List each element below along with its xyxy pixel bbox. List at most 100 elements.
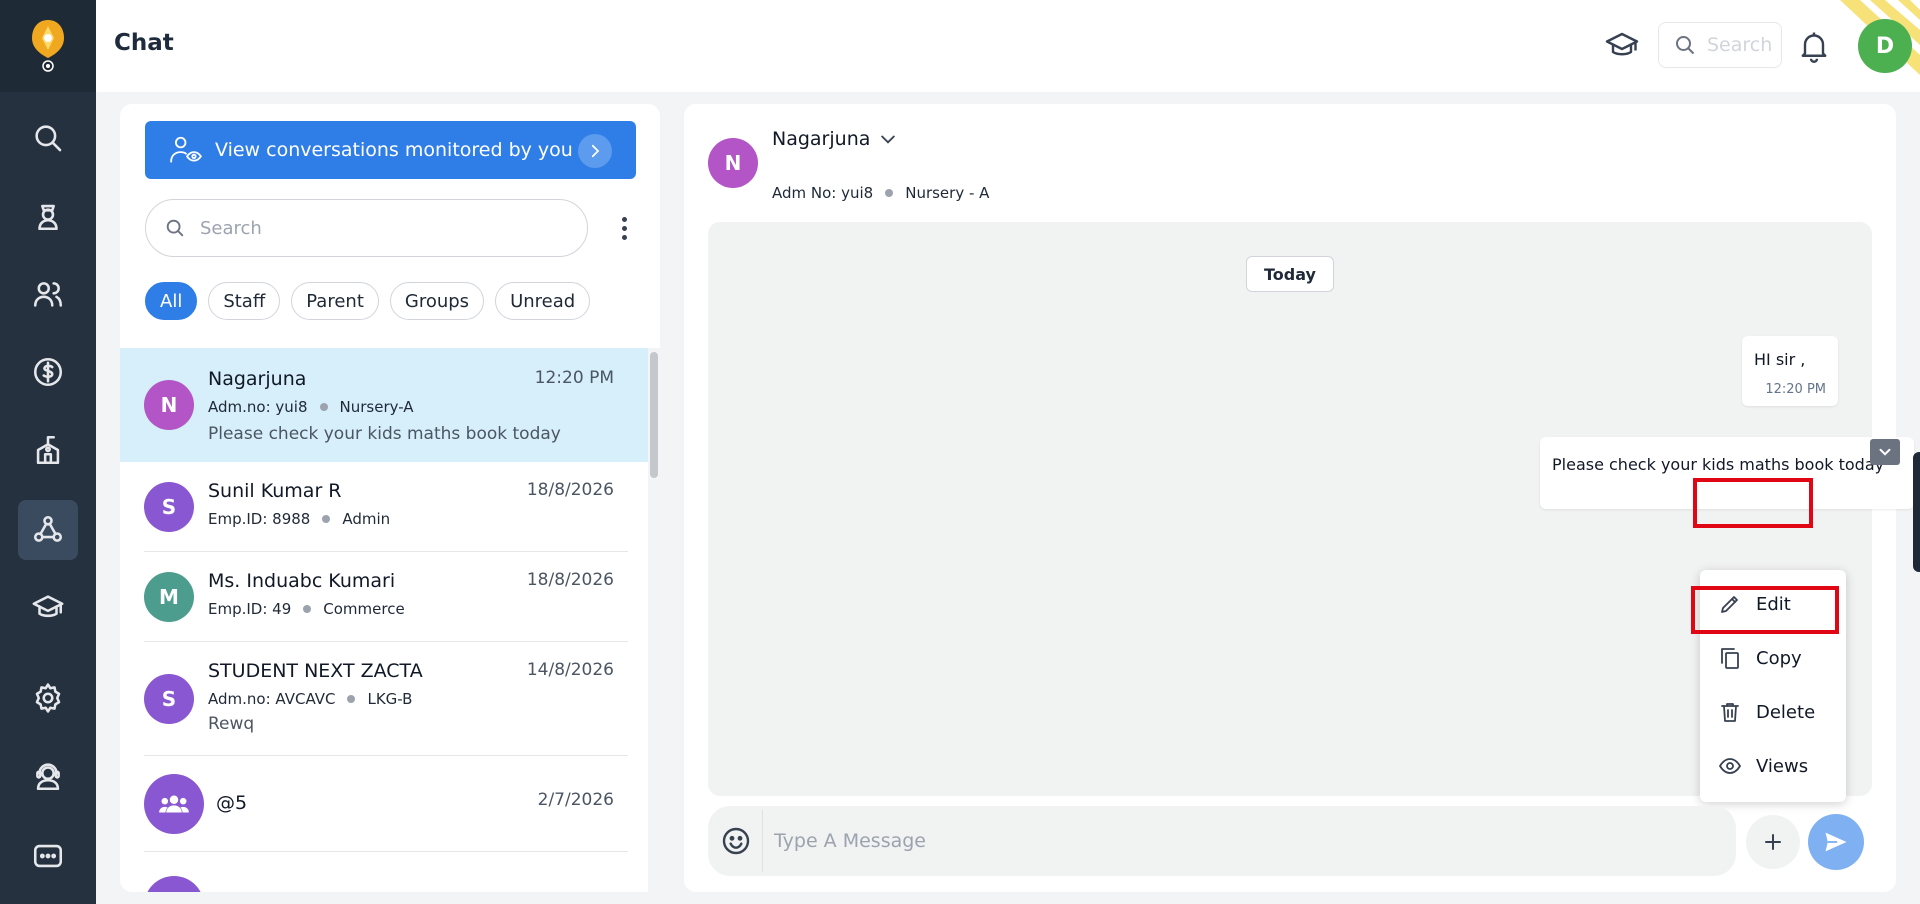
department-tag: Commerce	[323, 600, 405, 618]
chevron-right-icon	[578, 134, 612, 168]
class-tag: LKG-B	[367, 690, 413, 708]
menu-item-views[interactable]: Views	[1718, 746, 1808, 786]
message-composer	[708, 806, 1736, 876]
chat-contact-meta: Adm No: yui8 Nursery - A	[772, 184, 989, 202]
nav-academics[interactable]	[18, 578, 78, 638]
monitor-user-icon	[170, 136, 202, 163]
search-icon	[1676, 36, 1695, 55]
employee-id: Emp.ID: 49	[208, 600, 292, 618]
search-icon	[35, 125, 62, 152]
network-icon	[33, 515, 63, 542]
nav-fees[interactable]	[18, 342, 78, 402]
avatar: S	[144, 674, 194, 724]
contact-name: Nagarjuna	[208, 368, 307, 390]
filter-groups[interactable]: Groups	[389, 282, 485, 320]
conversation-search-input[interactable]: Search	[145, 199, 588, 257]
nav-school[interactable]	[18, 420, 78, 480]
contact-meta: Adm.no: yui8 Nursery-A	[208, 398, 414, 416]
support-agent-icon	[36, 763, 60, 791]
list-item[interactable]: S Sunil Kumar R 18/8/2026 Emp.ID: 8988 A…	[120, 462, 650, 552]
filter-parent[interactable]: Parent	[291, 282, 379, 320]
attach-button[interactable]	[1746, 815, 1800, 869]
contact-meta: Emp.ID: 49 Commerce	[208, 600, 405, 618]
message-time: 2/7/2026	[537, 790, 614, 810]
list-item[interactable]: @5 2/7/2026	[120, 756, 650, 852]
message-text: HI sir ,	[1754, 350, 1806, 369]
contact-meta: Emp.ID: 8988 Admin	[208, 510, 390, 528]
dollar-icon	[33, 357, 63, 387]
filter-staff[interactable]: Staff	[208, 282, 281, 320]
message-bubble[interactable]: Please check your kids maths book today	[1540, 437, 1914, 509]
chat-contact-name: Nagarjuna	[772, 128, 871, 150]
message-time: 18/8/2026	[526, 480, 614, 500]
graduation-icon	[32, 595, 64, 618]
app-logo[interactable]	[0, 0, 96, 92]
chat-contact-name-dropdown[interactable]: Nagarjuna	[772, 128, 898, 150]
header-search[interactable]: Search	[1658, 22, 1782, 68]
contact-name: STUDENT NEXT ZACTA	[208, 660, 423, 682]
filter-chips: All Staff Parent Groups Unread	[145, 282, 591, 320]
list-item[interactable]	[120, 852, 650, 892]
side-drawer-handle[interactable]	[1913, 452, 1920, 572]
avatar: M	[144, 572, 194, 622]
nav-search[interactable]	[18, 108, 78, 168]
nav-more[interactable]	[18, 826, 78, 886]
view-monitored-button[interactable]: View conversations monitored by you	[145, 121, 636, 179]
list-item[interactable]: M Ms. Induabc Kumari 18/8/2026 Emp.ID: 4…	[120, 552, 650, 642]
message-options-button[interactable]	[1870, 439, 1900, 465]
date-separator: Today	[1246, 256, 1334, 292]
conversation-scrollbar[interactable]	[648, 348, 660, 892]
academic-button[interactable]	[1604, 28, 1640, 64]
page-title: Chat	[114, 30, 174, 56]
employee-id: Emp.ID: 8988	[208, 510, 311, 528]
send-button[interactable]	[1808, 814, 1864, 870]
conversations-panel: View conversations monitored by you Sear…	[120, 104, 660, 892]
nav-support[interactable]	[18, 746, 78, 806]
menu-label: Copy	[1756, 647, 1802, 669]
list-item[interactable]: N Nagarjuna 12:20 PM Adm.no: yui8 Nurser…	[120, 348, 650, 462]
graduation-cap-icon	[1605, 32, 1639, 56]
message-input[interactable]	[774, 824, 1714, 858]
contact-name: Sunil Kumar R	[208, 480, 342, 502]
nav-student[interactable]	[18, 186, 78, 246]
more-options-button[interactable]	[612, 212, 636, 244]
user-avatar[interactable]: D	[1858, 19, 1912, 73]
menu-item-delete[interactable]: Delete	[1718, 692, 1815, 732]
chat-panel: N Nagarjuna Adm No: yui8 Nursery - A Tod…	[684, 104, 1914, 892]
admission-number: Adm.no: yui8	[208, 398, 308, 416]
message-time: 14/8/2026	[526, 660, 614, 680]
nav-settings[interactable]	[18, 668, 78, 728]
menu-item-copy[interactable]: Copy	[1718, 638, 1802, 678]
message-time: 12:20 PM	[1765, 382, 1826, 397]
avatar: N	[144, 380, 194, 430]
nav-chat[interactable]	[18, 500, 78, 560]
filter-unread[interactable]: Unread	[495, 282, 591, 320]
emoji-button[interactable]	[716, 821, 756, 861]
chevron-down-icon	[1879, 448, 1891, 456]
message-time: 18/8/2026	[526, 570, 614, 590]
message-preview: Rewq	[208, 714, 255, 734]
chat-admission-number: Adm No: yui8	[772, 184, 874, 202]
message-preview: Please check your kids maths book today	[208, 424, 561, 444]
emoji-icon	[722, 827, 750, 855]
trash-icon	[1721, 703, 1739, 722]
contact-meta: Adm.no: AVCAVC LKG-B	[208, 690, 412, 708]
avatar	[144, 876, 204, 892]
search-icon	[166, 219, 184, 237]
student-icon	[38, 204, 58, 231]
role-tag: Admin	[342, 510, 391, 528]
filter-all[interactable]: All	[145, 282, 198, 320]
message-bubble[interactable]: HI sir , 12:20 PM	[1742, 336, 1838, 406]
logo-icon	[32, 20, 64, 72]
menu-item-edit[interactable]: Edit	[1718, 584, 1791, 624]
people-icon	[33, 282, 63, 307]
messages-area[interactable]: Today HI sir , 12:20 PM Please check you…	[708, 222, 1914, 796]
menu-label: Views	[1756, 755, 1809, 777]
nav-people[interactable]	[18, 264, 78, 324]
school-icon	[36, 435, 60, 465]
class-tag: Nursery-A	[339, 398, 414, 416]
plus-icon	[1765, 834, 1781, 850]
eye-icon	[1719, 758, 1741, 774]
list-item[interactable]: S STUDENT NEXT ZACTA 14/8/2026 Adm.no: A…	[120, 642, 650, 756]
sidebar	[0, 0, 96, 904]
